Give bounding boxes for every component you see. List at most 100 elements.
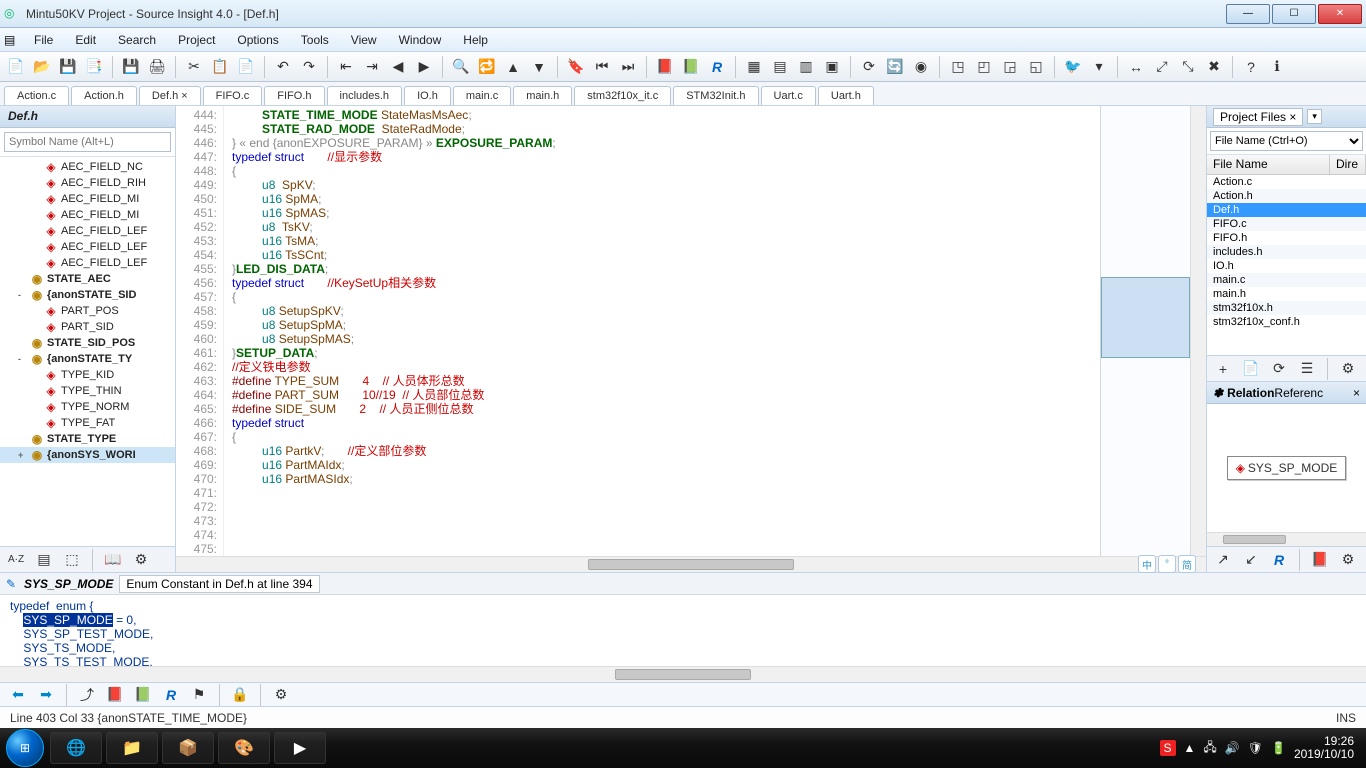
type-view-icon[interactable]: ⬚ [60, 548, 84, 572]
tray-bat-icon[interactable]: 🔋 [1271, 741, 1286, 755]
file-list-item[interactable]: includes.h [1207, 245, 1366, 259]
tree-item[interactable]: ◉STATE_SID_POS [0, 335, 175, 351]
settings-icon[interactable]: ⚙ [129, 548, 153, 572]
menu-project[interactable]: Project [168, 31, 225, 49]
menu-tools[interactable]: Tools [291, 31, 339, 49]
horizontal-scrollbar[interactable] [176, 556, 1206, 572]
dropdown-icon[interactable]: ▾ [1087, 55, 1111, 79]
add-icon[interactable]: + [1211, 357, 1235, 381]
bookmark-icon[interactable]: 🔖 [564, 55, 588, 79]
refresh2-icon[interactable]: ⟳ [1267, 357, 1291, 381]
file-list-item[interactable]: Action.h [1207, 189, 1366, 203]
panel-menu-icon[interactable]: ▾ [1307, 109, 1322, 124]
file-tab[interactable]: FIFO.c [203, 86, 263, 105]
ime-float[interactable]: 中 ° 简 [1138, 555, 1196, 573]
tree-item[interactable]: ◈AEC_FIELD_LEF [0, 223, 175, 239]
sync-icon[interactable]: ⟳ [857, 55, 881, 79]
tree-item[interactable]: ◈PART_SID [0, 319, 175, 335]
panel1-icon[interactable]: ▦ [742, 55, 766, 79]
file-tab[interactable]: Def.h × [139, 86, 201, 105]
col-filename[interactable]: File Name [1207, 155, 1330, 174]
file-tab[interactable]: Uart.c [761, 86, 816, 105]
refresh-icon[interactable]: 🔄 [883, 55, 907, 79]
indent-icon[interactable]: ▶ [412, 55, 436, 79]
paste-icon[interactable]: 📄 [234, 55, 258, 79]
nav-book1-icon[interactable]: 📕 [103, 683, 127, 707]
redo-icon[interactable]: ↷ [297, 55, 321, 79]
nav-back-icon[interactable]: ⬅ [6, 683, 30, 707]
book2-icon[interactable]: 📗 [679, 55, 703, 79]
find-next-icon[interactable]: ▼ [527, 55, 551, 79]
rel-in-icon[interactable]: ↙ [1239, 548, 1263, 572]
tree-item[interactable]: -◉{anonSTATE_SID [0, 287, 175, 303]
info-icon[interactable]: ℹ [1265, 55, 1289, 79]
tray-vol-icon[interactable]: 🔊 [1225, 741, 1240, 755]
file-tab[interactable]: stm32f10x_it.c [574, 86, 671, 105]
nav-flag-icon[interactable]: ⚑ [187, 683, 211, 707]
maximize-button[interactable]: ☐ [1272, 4, 1316, 24]
file-tab[interactable]: STM32Init.h [673, 86, 758, 105]
context-hscroll[interactable] [0, 666, 1366, 682]
file-list-header[interactable]: File Name Dire [1207, 155, 1366, 175]
menu-window[interactable]: Window [389, 31, 452, 49]
print-icon[interactable]: 🖨 [145, 55, 169, 79]
nav-fwd-icon[interactable]: ➡ [34, 683, 58, 707]
system-tray[interactable]: S ▲ 🖧 🔊 🛡 🔋 19:26 2019/10/10 [1160, 735, 1361, 761]
goto4-icon[interactable]: ✖ [1202, 55, 1226, 79]
tree-item[interactable]: ◉STATE_AEC [0, 271, 175, 287]
rel-r-icon[interactable]: R [1267, 548, 1291, 572]
filter-icon[interactable]: ☰ [1295, 357, 1319, 381]
book-icon[interactable]: 📕 [653, 55, 677, 79]
indent-right-icon[interactable]: ⇥ [360, 55, 384, 79]
outdent-icon[interactable]: ◀ [386, 55, 410, 79]
rel-gear-icon[interactable]: ⚙ [1336, 548, 1360, 572]
file-tab[interactable]: main.c [453, 86, 511, 105]
indent-left-icon[interactable]: ⇤ [334, 55, 358, 79]
file-list-item[interactable]: IO.h [1207, 259, 1366, 273]
relation-close-icon[interactable]: × [1353, 386, 1360, 400]
taskbar-app-3[interactable]: 📦 [162, 732, 214, 764]
nav-gear-icon[interactable]: ⚙ [269, 683, 293, 707]
tray-ime-icon[interactable]: S [1160, 740, 1176, 756]
help-icon[interactable]: ? [1239, 55, 1263, 79]
cut-icon[interactable]: ✂ [182, 55, 206, 79]
tree-item[interactable]: ◈AEC_FIELD_LEF [0, 239, 175, 255]
nav-book2-icon[interactable]: 📗 [131, 683, 155, 707]
tree-item[interactable]: ◈TYPE_FAT [0, 415, 175, 431]
panel3-icon[interactable]: ▥ [794, 55, 818, 79]
file-list-item[interactable]: main.h [1207, 287, 1366, 301]
tray-sec-icon[interactable]: 🛡 [1248, 741, 1263, 755]
relation-hscroll[interactable] [1207, 532, 1366, 546]
taskbar-app-2[interactable]: 📁 [106, 732, 158, 764]
undo-icon[interactable]: ↶ [271, 55, 295, 79]
window3-icon[interactable]: ◲ [998, 55, 1022, 79]
tree-item[interactable]: ◈TYPE_NORM [0, 399, 175, 415]
project-files-tab[interactable]: Project Files × [1213, 108, 1303, 126]
file-tab[interactable]: includes.h [327, 86, 403, 105]
tree-item[interactable]: ◈AEC_FIELD_LEF [0, 255, 175, 271]
save-icon[interactable]: 💾 [56, 55, 80, 79]
tree-item[interactable]: ◈AEC_FIELD_MI [0, 207, 175, 223]
file-tab[interactable]: Action.h [71, 86, 137, 105]
taskbar-app-1[interactable]: 🌐 [50, 732, 102, 764]
file-list-item[interactable]: stm32f10x.h [1207, 301, 1366, 315]
tree-item[interactable]: ◈TYPE_THIN [0, 383, 175, 399]
ime-zh-icon[interactable]: 中 [1138, 555, 1156, 573]
goto2-icon[interactable]: ⤢ [1150, 55, 1174, 79]
new-file-icon[interactable]: 📄 [4, 55, 28, 79]
close-button[interactable]: ✕ [1318, 4, 1362, 24]
file-filter-select[interactable]: File Name (Ctrl+O) [1210, 131, 1363, 151]
bookmark-prev-icon[interactable]: ⏮ [590, 55, 614, 79]
file-list-item[interactable]: FIFO.h [1207, 231, 1366, 245]
tree-item[interactable]: ◈PART_POS [0, 303, 175, 319]
menu-edit[interactable]: Edit [65, 31, 106, 49]
system-menu-icon[interactable]: ▤ [4, 33, 18, 47]
tree-item[interactable]: +◉{anonSYS_WORI [0, 447, 175, 463]
code-editor[interactable]: STATE_TIME_MODE StateMasMsAec; STATE_RAD… [224, 106, 1100, 556]
tray-net-icon[interactable]: 🖧 [1203, 738, 1216, 759]
menu-search[interactable]: Search [108, 31, 166, 49]
taskbar-clock[interactable]: 19:26 2019/10/10 [1294, 735, 1354, 761]
file-tab[interactable]: FIFO.h [264, 86, 324, 105]
tree-item[interactable]: ◈AEC_FIELD_MI [0, 191, 175, 207]
panel4-icon[interactable]: ▣ [820, 55, 844, 79]
